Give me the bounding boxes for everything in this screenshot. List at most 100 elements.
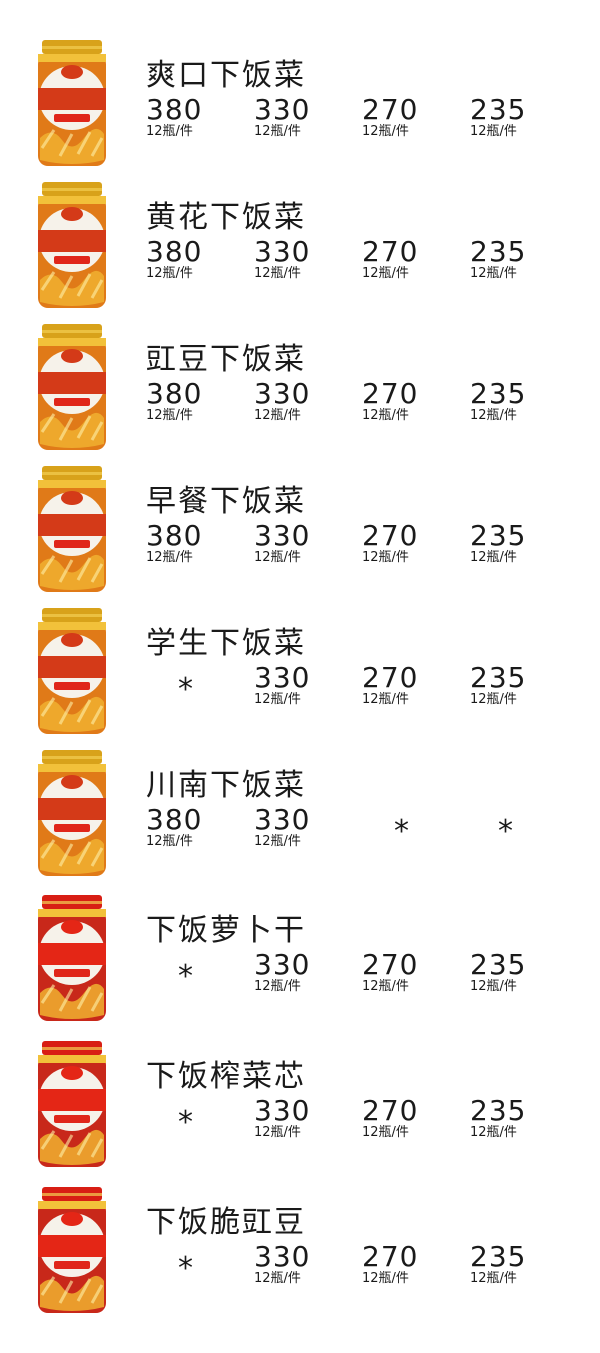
price-cell: 330 12瓶/件 <box>254 1242 344 1286</box>
price-cell: 380 12瓶/件 <box>146 805 236 849</box>
pack-unit: 12瓶/件 <box>362 266 409 281</box>
price-value: 235 <box>470 1240 527 1273</box>
pack-unit: 12瓶/件 <box>362 550 409 565</box>
pack-unit: 12瓶/件 <box>362 1125 409 1140</box>
price-cell: 270 12瓶/件 <box>362 1242 452 1286</box>
price-value: 270 <box>362 948 419 981</box>
product-name: 下饭脆豇豆 <box>146 1205 306 1240</box>
price-cell: 235 12瓶/件 <box>470 379 560 423</box>
price-cell: 330 12瓶/件 <box>254 805 344 849</box>
product-row: 学生下饭菜 * 330 12瓶/件 270 12瓶/件 235 12瓶/件 <box>0 606 600 746</box>
product-name: 下饭榨菜芯 <box>146 1059 306 1094</box>
price-cell: * <box>146 1096 236 1140</box>
price-cell: 330 12瓶/件 <box>254 950 344 994</box>
product-row: 早餐下饭菜 380 12瓶/件 330 12瓶/件 270 12瓶/件 235 12瓶/件 <box>0 464 600 604</box>
price-value: 330 <box>254 519 311 552</box>
product-jar-image <box>32 322 112 452</box>
pack-unit: 12瓶/件 <box>362 408 409 423</box>
price-cell: 235 12瓶/件 <box>470 95 560 139</box>
product-jar-image <box>32 748 112 878</box>
price-cell: * <box>146 663 236 707</box>
pack-unit: 12瓶/件 <box>254 692 301 707</box>
price-value: 380 <box>146 235 203 268</box>
product-row: 黄花下饭菜 380 12瓶/件 330 12瓶/件 270 12瓶/件 235 12瓶/件 <box>0 180 600 320</box>
price-value: 330 <box>254 661 311 694</box>
price-cell: * <box>362 805 452 849</box>
price-value: 380 <box>146 377 203 410</box>
price-value: 330 <box>254 235 311 268</box>
price-cell: 270 12瓶/件 <box>362 95 452 139</box>
price-cell: * <box>470 805 560 849</box>
unavailable-mark: * <box>178 1105 193 1140</box>
price-cell: 330 12瓶/件 <box>254 379 344 423</box>
pack-unit: 12瓶/件 <box>254 550 301 565</box>
pack-unit: 12瓶/件 <box>362 692 409 707</box>
pack-unit: 12瓶/件 <box>470 124 517 139</box>
price-value: 235 <box>470 519 527 552</box>
price-value: 270 <box>362 661 419 694</box>
price-value: 330 <box>254 377 311 410</box>
product-row: 川南下饭菜 380 12瓶/件 330 12瓶/件 * * <box>0 748 600 888</box>
pack-unit: 12瓶/件 <box>362 124 409 139</box>
product-row: 下饭榨菜芯 * 330 12瓶/件 270 12瓶/件 235 12瓶/件 <box>0 1039 600 1179</box>
price-value: 330 <box>254 948 311 981</box>
price-cell: 270 12瓶/件 <box>362 663 452 707</box>
pack-unit: 12瓶/件 <box>254 834 301 849</box>
price-cell: 380 12瓶/件 <box>146 95 236 139</box>
pack-unit: 12瓶/件 <box>146 124 193 139</box>
product-jar-image <box>32 180 112 310</box>
pack-unit: 12瓶/件 <box>470 550 517 565</box>
unavailable-mark: * <box>498 814 513 849</box>
price-value: 330 <box>254 1240 311 1273</box>
pack-unit: 12瓶/件 <box>254 1271 301 1286</box>
price-value: 330 <box>254 93 311 126</box>
price-cell: 330 12瓶/件 <box>254 663 344 707</box>
price-cell: 235 12瓶/件 <box>470 237 560 281</box>
product-jar-image <box>32 606 112 736</box>
price-cell: 235 12瓶/件 <box>470 1096 560 1140</box>
product-name: 学生下饭菜 <box>146 626 306 661</box>
product-row: 豇豆下饭菜 380 12瓶/件 330 12瓶/件 270 12瓶/件 235 12瓶/件 <box>0 322 600 462</box>
pack-unit: 12瓶/件 <box>254 1125 301 1140</box>
price-cell: 235 12瓶/件 <box>470 521 560 565</box>
price-cell: 330 12瓶/件 <box>254 237 344 281</box>
price-value: 270 <box>362 93 419 126</box>
pack-unit: 12瓶/件 <box>254 408 301 423</box>
product-jar-image <box>32 38 112 168</box>
product-jar-image <box>32 464 112 594</box>
price-cell: 235 12瓶/件 <box>470 1242 560 1286</box>
pack-unit: 12瓶/件 <box>146 266 193 281</box>
product-name: 早餐下饭菜 <box>146 484 306 519</box>
pack-unit: 12瓶/件 <box>362 1271 409 1286</box>
price-value: 330 <box>254 1094 311 1127</box>
price-cell: 270 12瓶/件 <box>362 379 452 423</box>
unavailable-mark: * <box>394 814 409 849</box>
product-jar-image <box>32 893 112 1023</box>
price-cell: 380 12瓶/件 <box>146 379 236 423</box>
price-cell: * <box>146 1242 236 1286</box>
product-name: 豇豆下饭菜 <box>146 342 306 377</box>
price-cell: 235 12瓶/件 <box>470 663 560 707</box>
unavailable-mark: * <box>178 959 193 994</box>
price-value: 235 <box>470 377 527 410</box>
price-cell: 235 12瓶/件 <box>470 950 560 994</box>
pack-unit: 12瓶/件 <box>146 408 193 423</box>
product-row: 爽口下饭菜 380 12瓶/件 330 12瓶/件 270 12瓶/件 235 12瓶/件 <box>0 38 600 178</box>
product-name: 下饭萝卜干 <box>146 913 306 948</box>
price-value: 380 <box>146 93 203 126</box>
price-value: 270 <box>362 377 419 410</box>
price-cell: 380 12瓶/件 <box>146 237 236 281</box>
price-value: 380 <box>146 519 203 552</box>
price-value: 380 <box>146 803 203 836</box>
price-value: 235 <box>470 1094 527 1127</box>
pack-unit: 12瓶/件 <box>470 266 517 281</box>
pack-unit: 12瓶/件 <box>254 266 301 281</box>
price-cell: 270 12瓶/件 <box>362 950 452 994</box>
pack-unit: 12瓶/件 <box>254 124 301 139</box>
pack-unit: 12瓶/件 <box>146 834 193 849</box>
unavailable-mark: * <box>178 672 193 707</box>
product-jar-image <box>32 1039 112 1169</box>
price-cell: 330 12瓶/件 <box>254 95 344 139</box>
price-value: 270 <box>362 235 419 268</box>
price-cell: 330 12瓶/件 <box>254 521 344 565</box>
